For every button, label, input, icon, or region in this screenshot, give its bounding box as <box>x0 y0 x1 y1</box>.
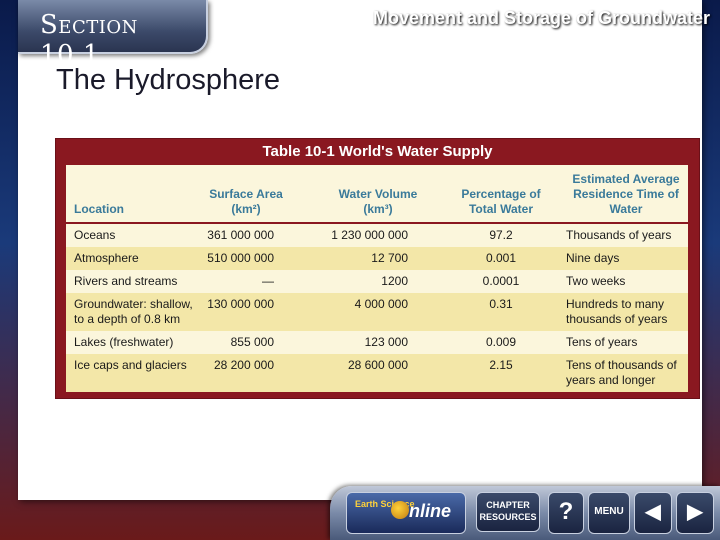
slide: Section 10.1 The Hydrosphere Table 10-1 … <box>18 0 702 500</box>
cell-location: Groundwater: shallow, to a depth of 0.8 … <box>74 297 193 326</box>
cell-location: Lakes (freshwater) <box>74 335 174 349</box>
cell-residence: Tens of thousands of years and longer <box>566 358 677 387</box>
table-caption: Table 10-1 World's Water Supply <box>262 143 493 160</box>
cell-location: Rivers and streams <box>74 274 178 288</box>
cell-residence: Two weeks <box>566 274 626 288</box>
cell-residence: Thousands of years <box>566 228 672 242</box>
cell-area: — <box>262 274 274 288</box>
table-header-row: Location Surface Area (km²) Water Volume… <box>66 165 688 223</box>
cell-residence: Nine days <box>566 251 620 265</box>
section-label: Section 10.1 <box>40 10 138 70</box>
chapter-title: Movement and Storage of Groundwater <box>372 8 710 28</box>
table-row: Rivers and streams — 1200 0.0001 Two wee… <box>66 270 688 293</box>
section-tab: Section 10.1 <box>18 0 208 70</box>
cell-location: Ice caps and glaciers <box>74 358 187 372</box>
cell-volume: 1200 <box>381 274 408 288</box>
table-row: Atmosphere 510 000 000 12 700 0.001 Nine… <box>66 247 688 270</box>
help-button[interactable]: ? <box>548 492 584 534</box>
cell-area: 361 000 000 <box>207 228 274 242</box>
cell-percent: 0.31 <box>489 297 513 311</box>
cell-percent: 0.001 <box>485 251 517 265</box>
water-supply-table: Table 10-1 World's Water Supply Location… <box>55 138 700 399</box>
cell-volume: 12 700 <box>371 251 408 265</box>
table-row: Ice caps and glaciers 28 200 000 28 600 … <box>66 354 688 392</box>
cell-percent: 2.15 <box>489 358 513 372</box>
cell-area: 510 000 000 <box>207 251 274 265</box>
col-head-residence-time: Estimated Average Residence Time of Wate… <box>572 172 680 216</box>
col-head-percentage: Percentage of Total Water <box>461 187 541 216</box>
cell-percent: 97.2 <box>489 228 513 242</box>
cell-percent: 0.009 <box>485 335 517 349</box>
navigation-bar: Earth Science nline CHAPTER RESOURCES ? … <box>330 486 720 540</box>
cell-area: 130 000 000 <box>207 297 274 311</box>
page-heading: The Hydrosphere <box>56 64 281 96</box>
cell-residence: Tens of years <box>566 335 638 349</box>
table-row: Lakes (freshwater) 855 000 123 000 0.009… <box>66 331 688 354</box>
cell-area: 28 200 000 <box>213 358 274 372</box>
earth-science-online-button[interactable]: Earth Science nline <box>346 492 466 534</box>
cell-location: Oceans <box>74 228 116 242</box>
chapter-resources-button[interactable]: CHAPTER RESOURCES <box>476 492 540 532</box>
cell-volume: 28 600 000 <box>347 358 408 372</box>
table-row: Groundwater: shallow, to a depth of 0.8 … <box>66 293 688 331</box>
next-arrow-icon[interactable]: ▶ <box>676 492 714 534</box>
cell-location: Atmosphere <box>74 251 139 265</box>
previous-arrow-icon[interactable]: ◀ <box>634 492 672 534</box>
cell-volume: 4 000 000 <box>354 297 408 311</box>
col-head-location: Location <box>74 202 124 216</box>
globe-icon <box>391 501 409 519</box>
table-body: Location Surface Area (km²) Water Volume… <box>66 165 688 392</box>
online-brand-big: nline <box>409 501 452 521</box>
cell-volume: 1 230 000 000 <box>331 228 408 242</box>
cell-residence: Hundreds to many thousands of years <box>566 297 668 326</box>
col-head-surface-area: Surface Area (km²) <box>209 187 283 216</box>
menu-button[interactable]: MENU <box>588 492 630 534</box>
table-row: Oceans 361 000 000 1 230 000 000 97.2 Th… <box>66 224 688 247</box>
col-head-water-volume: Water Volume (km³) <box>338 187 418 216</box>
cell-area: 855 000 <box>230 335 274 349</box>
cell-percent: 0.0001 <box>482 274 520 288</box>
cell-volume: 123 000 <box>364 335 408 349</box>
